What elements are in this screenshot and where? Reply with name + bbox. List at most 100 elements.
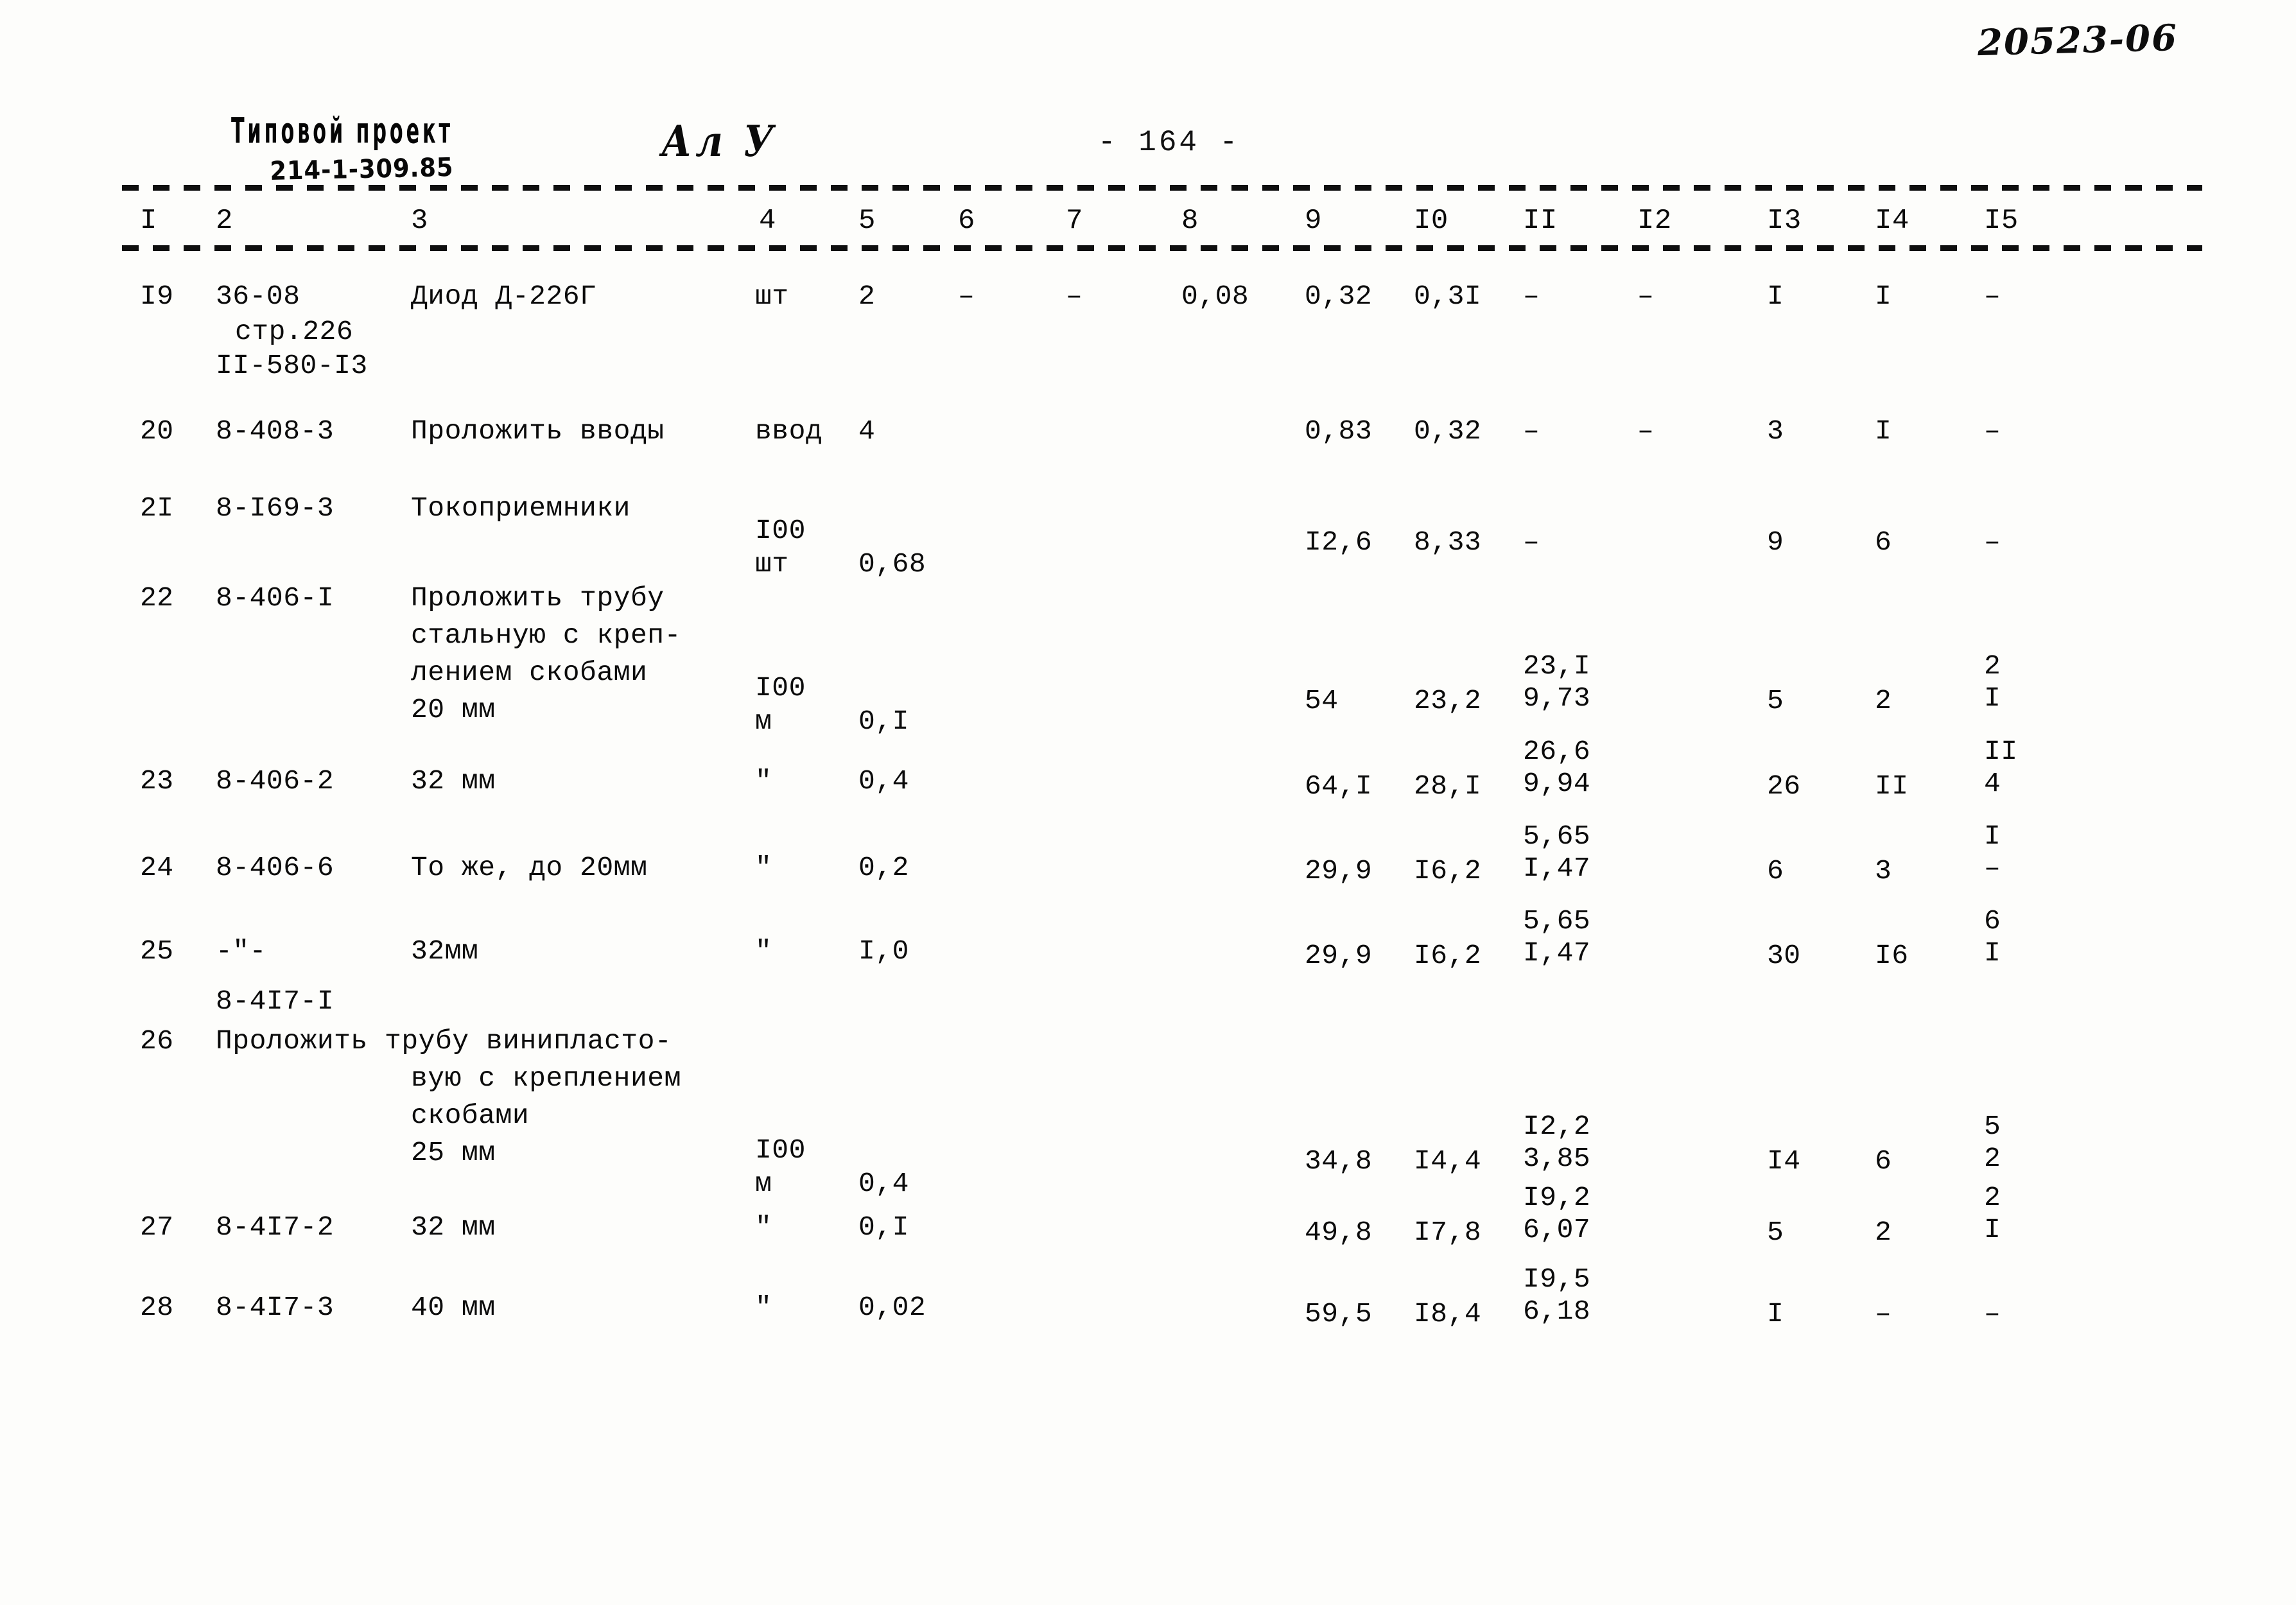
row-col9: 0,83	[1305, 415, 1373, 447]
row-col15-upper: I	[1984, 820, 2001, 852]
row-number: I9	[140, 281, 174, 312]
row-col5-quantity: 0,02	[858, 1292, 926, 1323]
reviewer-stamp: Ал У	[661, 116, 778, 167]
row-col9: 0,32	[1305, 281, 1373, 312]
row-col14: 6	[1875, 526, 1892, 558]
row-code: 8-406-6	[216, 852, 335, 883]
page-number: - 164 -	[1098, 126, 1240, 159]
row-col15: –	[1984, 526, 2001, 558]
row-col9: 29,9	[1305, 940, 1373, 971]
row-description-line: 32 мм	[411, 765, 496, 797]
row-col11: 5,65 I,47	[1523, 820, 1590, 885]
row-col12: –	[1637, 281, 1654, 312]
row-col15-upper: 6	[1984, 905, 2001, 937]
row-col11: –	[1523, 281, 1540, 312]
row-description-line: лением скобами	[411, 657, 648, 688]
row-code: -"-	[216, 935, 266, 967]
row-code: 8-4I7-2	[216, 1211, 335, 1243]
row-col15: 2I	[1984, 650, 2001, 715]
column-header-9: 9	[1305, 205, 1322, 237]
row-col5-quantity: 0,4	[858, 765, 909, 797]
row-unit: шт	[755, 281, 789, 312]
row-col10: I7,8	[1414, 1217, 1482, 1248]
row-col10: I6,2	[1414, 855, 1482, 887]
column-header-7: 7	[1066, 205, 1083, 237]
row-col11-upper: I2,2	[1523, 1111, 1591, 1142]
scanned-document-page: 20523-06 Типовой проект 214-1-309.85 Ал …	[0, 0, 2296, 1605]
row-col9: 59,5	[1305, 1298, 1373, 1330]
column-header-2: 2	[216, 205, 233, 237]
row-col6: –	[958, 281, 975, 312]
row-description-line: 32 мм	[411, 1211, 496, 1243]
row-code: 8-406-2	[216, 765, 335, 797]
row-col15: II 4	[1984, 736, 2018, 800]
column-header-1: I	[140, 205, 157, 237]
row-description-line: 25 мм	[411, 1137, 496, 1168]
row-col15-lower: 2	[1984, 1143, 2001, 1174]
row-unit: ввод	[755, 415, 823, 447]
row-col5-quantity: 0,4	[858, 1168, 909, 1199]
row-col10: 28,I	[1414, 770, 1482, 802]
row-col15-lower: I	[1984, 1214, 2001, 1245]
row-number: 20	[140, 415, 174, 447]
row-col8: 0,08	[1181, 281, 1249, 312]
row-col11-lower: 9,73	[1523, 682, 1591, 714]
row-col13: 9	[1767, 526, 1784, 558]
row-number: 25	[140, 935, 174, 967]
row-col11-upper: 26,6	[1523, 736, 1591, 767]
row-col15: –	[1984, 1298, 2001, 1330]
row-col11: 5,65 I,47	[1523, 905, 1590, 969]
row-col11-lower: 9,94	[1523, 768, 1591, 799]
row-unit-lower: м	[755, 1168, 772, 1199]
row-col5-quantity: 4	[858, 415, 876, 447]
column-header-5: 5	[858, 205, 876, 237]
row-col5-quantity: 2	[858, 281, 876, 312]
column-header-8: 8	[1181, 205, 1199, 237]
row-col11-upper: I9,5	[1523, 1263, 1591, 1295]
row-col15: 2I	[1984, 1182, 2001, 1246]
column-header-11: II	[1523, 205, 1558, 237]
row-col14: 6	[1875, 1145, 1892, 1177]
row-number: 2I	[140, 492, 174, 524]
row-col9: I2,6	[1305, 526, 1373, 558]
row-col14: 3	[1875, 855, 1892, 887]
column-header-4: 4	[759, 205, 776, 237]
row-col11-lower: 3,85	[1523, 1143, 1591, 1174]
row-col15: 6I	[1984, 905, 2001, 969]
row-col11-upper: 23,I	[1523, 650, 1591, 682]
row-col10: 23,2	[1414, 685, 1482, 716]
row-col13: I	[1767, 1298, 1784, 1330]
row-col15-upper: 2	[1984, 650, 2001, 682]
row-col15-upper: 5	[1984, 1111, 2001, 1142]
row-description-line: Проложить вводы	[411, 415, 665, 447]
row-col11: 23,I 9,73	[1523, 650, 1590, 715]
row-col14: 2	[1875, 685, 1892, 716]
row-col13: 5	[1767, 1217, 1784, 1248]
row-col11: –	[1523, 526, 1540, 558]
column-header-15: I5	[1984, 205, 2019, 237]
row-col12: –	[1637, 415, 1654, 447]
project-type-label: Типовой проект	[231, 110, 453, 152]
row-col15-upper: 2	[1984, 1182, 2001, 1213]
row-col13: 3	[1767, 415, 1784, 447]
row-col14: I	[1875, 415, 1892, 447]
row-description-line: стальную с креп-	[411, 620, 681, 651]
row-number: 23	[140, 765, 174, 797]
row-col15-lower: 4	[1984, 768, 2001, 799]
row-code: 8-I69-3	[216, 492, 335, 524]
row-col5-quantity: I,0	[858, 935, 909, 967]
row-col13: I4	[1767, 1145, 1801, 1177]
row-col9: 64,I	[1305, 770, 1373, 802]
row-col11-lower: I,47	[1523, 853, 1591, 884]
row-col15-lower: –	[1984, 853, 2001, 884]
row-col14: II	[1875, 770, 1909, 802]
row-col15-lower: I	[1984, 937, 2001, 969]
row-col9: 29,9	[1305, 855, 1373, 887]
row-description-line: Токоприемники	[411, 492, 631, 524]
row-col15-lower: I	[1984, 682, 2001, 714]
row-col9: 54	[1305, 685, 1339, 716]
row-code: 8-4I7-3	[216, 1292, 335, 1323]
row-description-line: То же, до 20мм	[411, 852, 648, 883]
table-rule-top	[122, 185, 2202, 191]
row-number: 24	[140, 852, 174, 883]
